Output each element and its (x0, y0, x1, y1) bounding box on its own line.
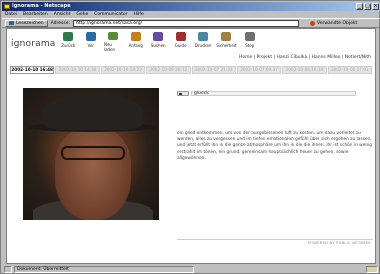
minimize-icon[interactable]: _ (356, 3, 363, 10)
audio-player: glueck (177, 91, 356, 96)
maximize-icon[interactable]: □ (364, 3, 371, 10)
reload-icon (108, 32, 119, 40)
bookmark-icon (9, 21, 14, 25)
photo-face (55, 128, 131, 220)
browser-window: ignorama - Netscape _ □ × Datei Bearbeit… (0, 0, 380, 274)
date-tab-7[interactable]: 2002-10-06 16:19 (282, 66, 327, 74)
site-logo[interactable]: ignorama (11, 39, 56, 49)
portrait-photo (23, 88, 159, 220)
location-toolbar: Lesezeichen Adresse: http://ignorama.net… (2, 18, 380, 28)
home-label: Anfang (128, 43, 143, 48)
site-nav[interactable]: Home | Projekt | Hanzi Cibulka | Hanns M… (239, 55, 371, 60)
guide-icon (175, 32, 186, 41)
search-button[interactable]: Suchen (149, 32, 167, 52)
forward-label: Vor (87, 43, 94, 48)
stop-icon (244, 32, 255, 41)
page-viewport: ignorama Zurück Vor Neu laden Anfang Suc… (6, 28, 376, 264)
guide-button[interactable]: Guide (171, 32, 189, 52)
netscape-icon (4, 4, 10, 9)
home-icon (130, 32, 141, 41)
stop-label: Stop (245, 43, 255, 48)
menu-help[interactable]: Hilfe (133, 11, 143, 18)
security-lock-icon[interactable] (366, 266, 378, 273)
menu-communicator[interactable]: Communicator (94, 11, 127, 18)
security-icon (221, 32, 232, 41)
status-text: Dokument: Übermittelt (14, 266, 194, 273)
print-label: Drucken (194, 43, 212, 48)
footer-credit[interactable]: POWERED BY PUBLIC NETBASE (308, 241, 371, 245)
search-label: Suchen (150, 43, 166, 48)
back-label: Zurück (61, 43, 76, 48)
address-label: Adresse: (50, 20, 70, 26)
footer-divider (177, 239, 373, 240)
security-label: Sicherheit (216, 43, 237, 48)
connection-icon (4, 266, 12, 273)
date-tab-3[interactable]: 2002-10-10 14:23 (100, 66, 146, 74)
play-icon[interactable] (177, 91, 189, 96)
audio-file-name[interactable]: glueck (191, 91, 356, 96)
reload-button[interactable]: Neu laden (104, 32, 122, 52)
print-button[interactable]: Drucken (194, 32, 212, 52)
forward-button[interactable]: Vor (81, 32, 99, 52)
menu-bar: Datei Bearbeiten Ansicht Gehe Communicat… (2, 11, 380, 18)
date-tabs: 2002-10-10 16:48 2002-10-10 14:38 2002-1… (10, 66, 372, 74)
status-bar: Dokument: Übermittelt (2, 265, 380, 274)
photo-hat (43, 94, 143, 130)
bookmarks-label: Lesezeichen (16, 20, 44, 26)
stop-button[interactable]: Stop (241, 32, 259, 52)
date-tab-8[interactable]: 2002-10-05 17:01 (327, 66, 372, 74)
menu-go[interactable]: Gehe (76, 11, 88, 18)
security-button[interactable]: Sicherheit (216, 32, 237, 52)
search-icon (153, 32, 164, 41)
back-icon (63, 32, 74, 41)
related-objects-button[interactable]: Verwandte Objekt (310, 20, 358, 26)
date-tab-4[interactable]: 2002-10-09 20:12 (146, 66, 191, 74)
menu-edit[interactable]: Bearbeiten (23, 11, 48, 18)
menu-file[interactable]: Datei (5, 11, 17, 18)
menu-view[interactable]: Ansicht (54, 11, 71, 18)
forward-icon (85, 32, 96, 41)
related-label: Verwandte Objekt (317, 20, 358, 26)
navigation-toolbar: Zurück Vor Neu laden Anfang Suchen Guide (59, 32, 259, 52)
date-tab-6[interactable]: 2002-10-07 09:37 (236, 66, 282, 74)
guide-label: Guide (174, 43, 187, 48)
window-title: ignorama - Netscape (12, 3, 71, 9)
home-button[interactable]: Anfang (126, 32, 144, 52)
title-bar[interactable]: ignorama - Netscape _ □ × (2, 2, 380, 11)
reload-label: Neu laden (103, 42, 116, 52)
window-controls: _ □ × (356, 3, 379, 10)
photo-glasses (61, 146, 125, 160)
url-input[interactable]: http://ignorama.net/sasa.org/ (73, 19, 299, 27)
close-icon[interactable]: × (372, 3, 379, 10)
back-button[interactable]: Zurück (59, 32, 77, 52)
date-tab-2[interactable]: 2002-10-10 14:38 (55, 66, 100, 74)
date-tab-1[interactable]: 2002-10-10 16:48 (10, 66, 55, 74)
date-tab-5[interactable]: 2002-10-07 21:23 (191, 66, 236, 74)
print-icon (198, 32, 209, 41)
article-text: ein glied entkommen, um von der ausgebis… (177, 131, 372, 161)
related-icon (310, 20, 315, 26)
bookmarks-button[interactable]: Lesezeichen (5, 19, 48, 27)
